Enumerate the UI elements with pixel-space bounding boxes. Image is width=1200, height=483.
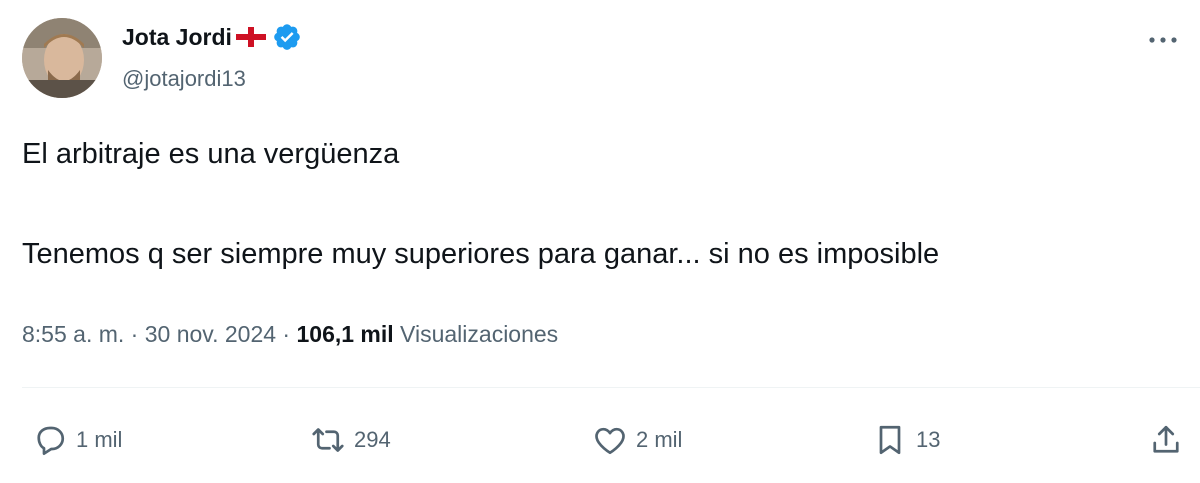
bookmark-button[interactable]: 13 [872,412,940,468]
display-name[interactable]: Jota Jordi [122,24,232,51]
more-options-icon[interactable] [1146,30,1180,50]
tweet-text-line-1: El arbitraje es una vergüenza [22,138,400,170]
user-handle[interactable]: @jotajordi13 [122,66,246,92]
retweet-count: 294 [354,427,391,452]
meta-separator: · [124,321,145,347]
like-count: 2 mil [636,427,683,452]
name-row: Jota Jordi [122,22,302,52]
bookmark-count: 13 [916,427,941,452]
divider [22,387,1200,388]
share-icon [1153,425,1179,453]
avatar-image [22,18,102,98]
tweet-meta: 8:55 a. m. · 30 nov. 2024 · 106,1 mil Vi… [22,321,558,348]
views-count: 106,1 mil [296,321,394,347]
action-bar: 1 mil 294 2 mil 13 [0,412,1200,468]
tweet-date[interactable]: 30 nov. 2024 [145,321,276,347]
like-button[interactable]: 2 mil [592,412,682,468]
meta-separator: · [276,321,297,347]
views-label: Visualizaciones [393,321,559,347]
reply-button[interactable]: 1 mil [32,412,122,468]
retweet-icon [312,428,344,452]
reply-count: 1 mil [76,427,123,452]
heart-icon [595,427,625,455]
reply-icon [37,426,65,455]
avatar[interactable] [22,18,102,98]
share-button[interactable] [1148,412,1184,468]
tweet-header: Jota Jordi @jotajordi13 [22,16,1182,102]
retweet-button[interactable]: 294 [310,412,391,468]
verified-badge-icon [272,22,302,52]
bookmark-icon [879,425,901,455]
england-flag-icon [235,27,266,47]
tweet-time[interactable]: 8:55 a. m. [22,321,124,347]
tweet-text-line-2: Tenemos q ser siempre muy superiores par… [22,238,940,270]
